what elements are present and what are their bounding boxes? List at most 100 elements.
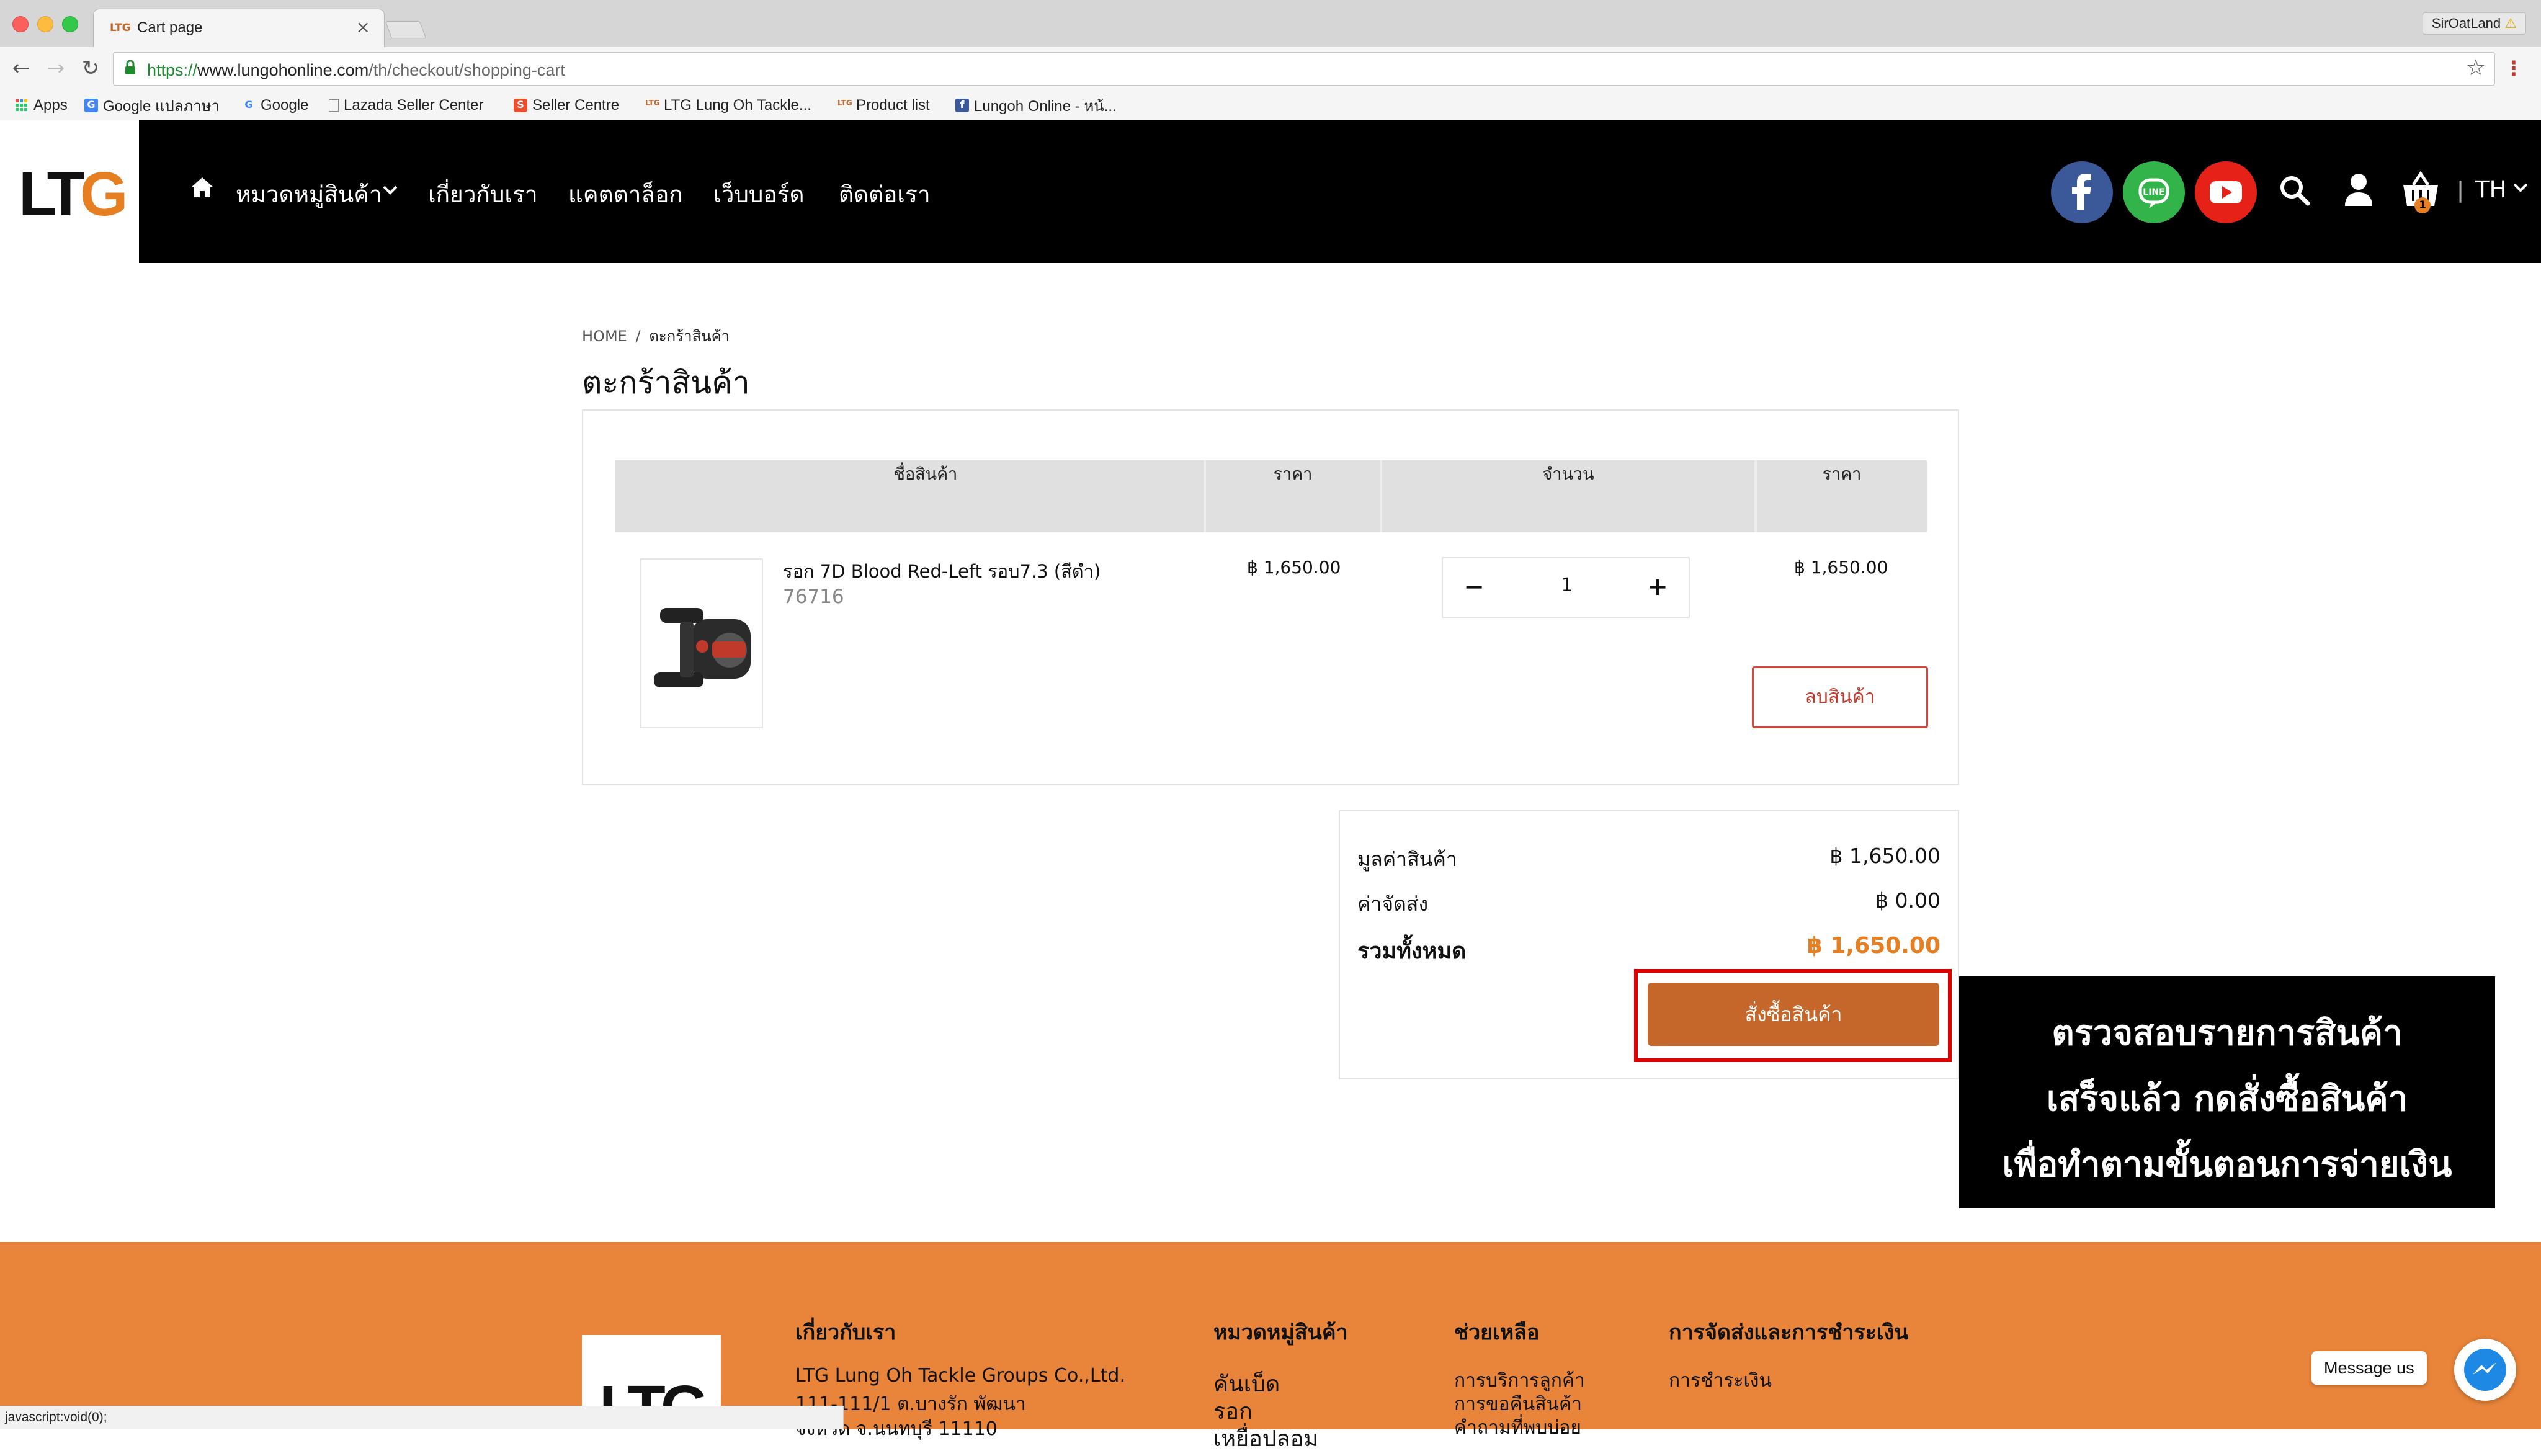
bookmark-label: Lazada Seller Center <box>344 97 484 114</box>
address-bar[interactable]: https://www.lungohonline.com/th/checkout… <box>113 52 2495 86</box>
browser-menu-icon[interactable]: ⋮ <box>2504 56 2524 81</box>
shipping-label: ค่าจัดส่ง <box>1357 892 1429 916</box>
plus-icon[interactable]: + <box>1641 571 1674 603</box>
divider: | <box>2457 177 2465 203</box>
url-text: https://www.lungohonline.com/th/checkout… <box>147 61 565 80</box>
column-header-total: ราคา <box>1822 465 1862 484</box>
google-translate-icon: G <box>84 99 98 112</box>
messenger-label[interactable]: Message us <box>2311 1351 2427 1385</box>
nav-webboard[interactable]: เว็บบอร์ด <box>713 176 805 213</box>
footer-link[interactable]: คำถามที่พบบ่อย <box>1454 1413 1581 1442</box>
warning-icon: ⚠ <box>2501 16 2517 31</box>
instruction-overlay: ตรวจสอบรายการสินค้า เสร็จแล้ว กดสั่งซื้อ… <box>1959 976 2495 1208</box>
browser-tab-strip: LTG Cart page × SirOatLand ⚠ <box>0 0 2541 47</box>
bookmarks-bar: Apps G Google แปลภาษา G Google Lazada Se… <box>0 91 2541 120</box>
product-image[interactable] <box>640 558 763 728</box>
maximize-window-button[interactable] <box>62 16 78 32</box>
column-header-quantity: จำนวน <box>1542 465 1594 484</box>
messenger-button[interactable] <box>2454 1339 2516 1401</box>
unit-price: ฿ 1,650.00 <box>1247 557 1341 578</box>
search-icon[interactable] <box>2278 174 2311 207</box>
fishing-reel-image <box>654 608 751 687</box>
shopee-icon: S <box>514 99 527 112</box>
youtube-icon <box>2210 181 2242 203</box>
google-icon: G <box>244 99 253 110</box>
ltg-icon: LTG <box>837 99 852 107</box>
messenger-icon <box>2464 1349 2506 1391</box>
nav-about[interactable]: เกี่ยวกับเรา <box>428 176 538 213</box>
site-header: LTG หมวดหมู่สินค้า เกี่ยวกับเรา แคตตาล็อ… <box>0 120 2541 263</box>
product-name[interactable]: รอก 7D Blood Red-Left รอบ7.3 (สีดำ) <box>783 557 1101 586</box>
new-tab-button[interactable] <box>385 21 427 38</box>
site-logo[interactable]: LTG <box>0 120 139 263</box>
instruction-line: ตรวจสอบรายการสินค้า <box>2052 1013 2403 1053</box>
bookmark-label: Google <box>261 97 309 114</box>
remove-item-button[interactable]: ลบสินค้า <box>1752 666 1928 728</box>
minus-icon[interactable]: − <box>1458 571 1490 603</box>
subtotal-value: ฿ 1,650.00 <box>1829 844 1940 868</box>
nav-contact[interactable]: ติดต่อเรา <box>839 176 931 213</box>
ltg-icon: LTG <box>645 99 660 107</box>
facebook-button[interactable] <box>2051 161 2113 223</box>
svg-text:LINE: LINE <box>2143 187 2164 197</box>
bookmark-lazada[interactable]: Lazada Seller Center <box>329 96 483 115</box>
home-icon[interactable] <box>190 175 215 200</box>
profile-button[interactable]: SirOatLand ⚠ <box>2422 12 2526 35</box>
close-icon[interactable]: × <box>356 17 370 37</box>
chevron-down-icon[interactable] <box>2512 182 2529 194</box>
instruction-line: เสร็จแล้ว กดสั่งซื้อสินค้า <box>2046 1079 2408 1119</box>
footer-heading-help: ช่วยเหลือ <box>1454 1320 1540 1345</box>
product-sku: 76716 <box>783 586 844 608</box>
apps-grid-icon <box>16 99 27 111</box>
bookmark-label: Apps <box>33 97 68 114</box>
total-label: รวมทั้งหมด <box>1357 939 1467 964</box>
breadcrumb-current: ตะกร้าสินค้า <box>649 328 730 345</box>
line-button[interactable]: LINE <box>2123 161 2185 223</box>
youtube-button[interactable] <box>2195 161 2257 223</box>
bookmark-label: Lungoh Online - หน้... <box>974 97 1117 115</box>
page-title: ตะกร้าสินค้า <box>582 365 750 401</box>
bookmark-apps[interactable]: Apps <box>15 96 68 115</box>
language-selector[interactable]: TH <box>2475 176 2506 203</box>
breadcrumb-separator: / <box>635 328 641 345</box>
bookmark-ltg[interactable]: LTG LTG Lung Oh Tackle... <box>645 96 811 115</box>
chevron-down-icon <box>383 185 398 195</box>
cart-count-badge: 1 <box>2414 197 2431 213</box>
facebook-icon: f <box>955 99 969 112</box>
page-icon <box>329 99 339 112</box>
bookmark-label: Seller Centre <box>532 97 620 114</box>
forward-arrow-icon[interactable]: → <box>43 56 68 81</box>
footer-link[interactable]: เหยื่อปลอม <box>1213 1421 1318 1456</box>
reload-icon[interactable]: ↻ <box>78 56 103 81</box>
subtotal-label: มูลค่าสินค้า <box>1357 847 1457 871</box>
breadcrumb-home[interactable]: HOME <box>582 328 627 345</box>
close-window-button[interactable] <box>12 16 29 32</box>
bookmark-label: LTG Lung Oh Tackle... <box>664 97 811 114</box>
footer-link[interactable]: การชำระเงิน <box>1669 1366 1772 1395</box>
bookmark-product-list[interactable]: LTG Product list <box>837 96 930 115</box>
line-total: ฿ 1,650.00 <box>1794 557 1888 578</box>
footer-heading-shipping-payment: การจัดส่งและการชำระเงิน <box>1669 1320 1909 1345</box>
bookmark-star-icon[interactable]: ☆ <box>2466 55 2486 81</box>
profile-name: SirOatLand <box>2431 16 2501 31</box>
bookmark-label: Google แปลภาษา <box>103 97 220 115</box>
minimize-window-button[interactable] <box>37 16 53 32</box>
quantity-value[interactable]: 1 <box>1536 574 1598 596</box>
user-icon[interactable] <box>2344 172 2374 207</box>
bookmark-seller-centre[interactable]: S Seller Centre <box>514 96 619 115</box>
browser-toolbar: ← → ↻ https://www.lungohonline.com/th/ch… <box>0 47 2541 91</box>
back-arrow-icon[interactable]: ← <box>9 56 33 81</box>
instruction-line: เพื่อทำตามขั้นตอนการจ่ายเงิน <box>2002 1145 2452 1185</box>
url-host: www.lungohonline.com <box>197 61 369 79</box>
nav-catalog[interactable]: แคตตาล็อก <box>568 176 683 213</box>
footer-about-line: LTG Lung Oh Tackle Groups Co.,Ltd. <box>795 1365 1125 1387</box>
checkout-button[interactable]: สั่งซื้อสินค้า <box>1648 983 1939 1046</box>
quantity-stepper: − 1 + <box>1442 557 1690 618</box>
bookmark-google[interactable]: G Google <box>242 96 308 115</box>
tab-cart-page[interactable]: LTG Cart page × <box>93 9 385 47</box>
bookmark-lungoh-online[interactable]: f Lungoh Online - หน้... <box>955 96 1117 115</box>
bookmark-google-translate[interactable]: G Google แปลภาษา <box>84 96 220 115</box>
nav-categories[interactable]: หมวดหมู่สินค้า <box>236 176 382 213</box>
ltg-favicon-icon: LTG <box>110 22 131 34</box>
shipping-value: ฿ 0.00 <box>1875 888 1940 913</box>
